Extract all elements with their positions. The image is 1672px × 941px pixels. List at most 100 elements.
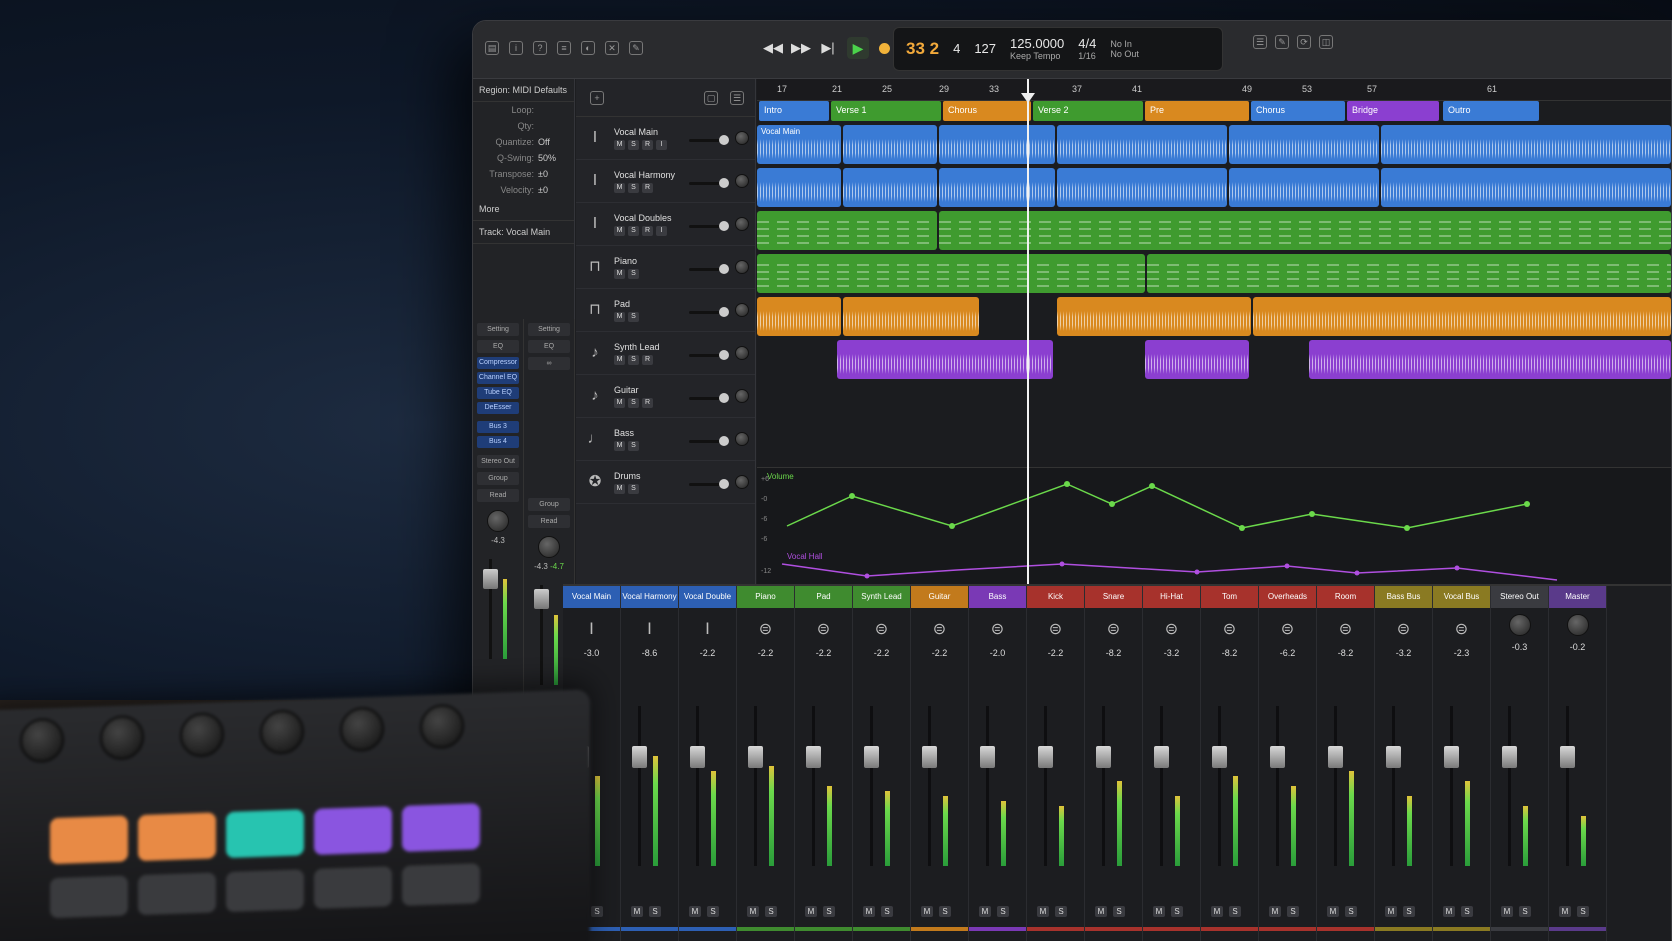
channel-fader[interactable]: [1037, 706, 1077, 866]
channel-fader[interactable]: [921, 706, 961, 866]
track-m-button[interactable]: M: [614, 225, 625, 236]
fader-cap[interactable]: [748, 746, 763, 768]
audio-region[interactable]: [757, 297, 841, 336]
lcd-display[interactable]: 33 2 4 127 125.0000 Keep Tempo 4/4 1/16 …: [893, 27, 1223, 71]
solo-button[interactable]: S: [939, 906, 951, 917]
add-track-icon[interactable]: +: [590, 91, 604, 105]
playhead[interactable]: [1027, 79, 1029, 584]
automation-node[interactable]: [864, 573, 870, 579]
drum-pad[interactable]: [402, 803, 480, 852]
track-volume-slider[interactable]: [689, 221, 729, 231]
marker-region[interactable]: Outro: [1443, 101, 1539, 121]
automation-node[interactable]: [1059, 561, 1065, 567]
track-pan-knob[interactable]: [735, 217, 749, 231]
automation-curves[interactable]: [757, 468, 1672, 584]
mute-button[interactable]: M: [747, 906, 759, 917]
channel-fader[interactable]: [1327, 706, 1367, 866]
channel-name[interactable]: Vocal Harmony: [621, 586, 678, 608]
track-header[interactable]: ♪ Synth Lead M S R: [576, 332, 755, 375]
track-volume-slider[interactable]: [689, 307, 729, 317]
channel-name[interactable]: Room: [1317, 586, 1374, 608]
track-header[interactable]: Ⅰ Vocal Main M S R I: [576, 117, 755, 160]
channel-name[interactable]: Bass: [969, 586, 1026, 608]
drum-pad[interactable]: [226, 869, 304, 913]
track-pan-knob[interactable]: [735, 475, 749, 489]
channel-fader[interactable]: [979, 706, 1019, 866]
controller-knob[interactable]: [340, 706, 384, 753]
list-editors-icon[interactable]: ☰: [1253, 35, 1267, 49]
volume-handle[interactable]: [719, 307, 729, 317]
fader-cap[interactable]: [922, 746, 937, 768]
channel-name[interactable]: Master: [1549, 586, 1606, 608]
channel-fader[interactable]: [863, 706, 903, 866]
inspector-row[interactable]: Q-Swing: 50%: [473, 150, 574, 166]
track-volume-slider[interactable]: [689, 479, 729, 489]
inspector-row[interactable]: Velocity: ±0: [473, 182, 574, 198]
inspector-row-value[interactable]: [538, 121, 568, 131]
mute-button[interactable]: M: [1211, 906, 1223, 917]
track-pan-knob[interactable]: [735, 346, 749, 360]
fader-cap[interactable]: [1386, 746, 1401, 768]
channel-fader[interactable]: [1269, 706, 1309, 866]
track-volume-slider[interactable]: [689, 135, 729, 145]
track-s-button[interactable]: S: [628, 225, 639, 236]
drum-pad[interactable]: [50, 875, 128, 919]
mute-button[interactable]: M: [921, 906, 933, 917]
plugin-slot[interactable]: Channel EQ: [477, 372, 519, 384]
volume-handle[interactable]: [719, 479, 729, 489]
solo-button[interactable]: S: [1171, 906, 1183, 917]
volume-handle[interactable]: [719, 393, 729, 403]
send-slot[interactable]: Bus 3: [477, 421, 519, 433]
help-icon[interactable]: ?: [533, 41, 547, 55]
controller-knob[interactable]: [260, 709, 304, 755]
audio-region[interactable]: [1381, 125, 1671, 164]
channel-name[interactable]: Vocal Double: [679, 586, 736, 608]
track-header[interactable]: ♩ Bass M S: [576, 418, 755, 461]
play-icon[interactable]: ▶: [847, 37, 869, 59]
list-icon[interactable]: ☰: [730, 91, 744, 105]
track-m-button[interactable]: M: [614, 311, 625, 322]
track-pan-knob[interactable]: [735, 389, 749, 403]
bar-ruler[interactable]: 17 21 25 29 33 37 41 49 53 57 61: [757, 79, 1671, 101]
audio-region[interactable]: [1057, 297, 1251, 336]
channel-icon[interactable]: ⊜: [1392, 618, 1416, 642]
mute-button[interactable]: M: [689, 906, 701, 917]
channel-fader[interactable]: [1385, 706, 1425, 866]
automation-node[interactable]: [1524, 501, 1530, 507]
channel-icon[interactable]: ⊜: [1450, 618, 1474, 642]
track-lane[interactable]: [757, 252, 1671, 295]
channel-icon[interactable]: ⊜: [928, 618, 952, 642]
drum-pad[interactable]: [50, 815, 128, 865]
inspector-row-value[interactable]: Off: [538, 137, 568, 147]
automation-node[interactable]: [1309, 511, 1315, 517]
midi-region[interactable]: [939, 211, 1671, 250]
track-m-button[interactable]: M: [614, 440, 625, 451]
smart-controls-icon[interactable]: ◐: [581, 41, 595, 55]
track-r-button[interactable]: R: [642, 182, 653, 193]
marker-region[interactable]: Intro: [759, 101, 829, 121]
track-pan-knob[interactable]: [735, 432, 749, 446]
mute-button[interactable]: M: [1269, 906, 1281, 917]
fader-cap[interactable]: [1444, 746, 1459, 768]
track-lane[interactable]: [757, 338, 1671, 381]
fader-cap[interactable]: [632, 746, 647, 768]
audio-region[interactable]: [843, 168, 937, 207]
audio-region[interactable]: [1057, 168, 1227, 207]
automation-node[interactable]: [1194, 569, 1200, 575]
solo-button[interactable]: S: [1113, 906, 1125, 917]
fader-cap[interactable]: [1328, 746, 1343, 768]
drum-pad[interactable]: [314, 806, 392, 855]
solo-button[interactable]: S: [1577, 906, 1589, 917]
track-header[interactable]: Ⅰ Vocal Doubles M S R I: [576, 203, 755, 246]
channel-name[interactable]: Bass Bus: [1375, 586, 1432, 608]
channel-fader[interactable]: [689, 706, 729, 866]
channel-fader[interactable]: [1211, 706, 1251, 866]
track-pan-knob[interactable]: [735, 174, 749, 188]
automation-node[interactable]: [1284, 563, 1290, 569]
channel-fader[interactable]: [1559, 706, 1599, 866]
track-m-button[interactable]: M: [614, 139, 625, 150]
fader-cap[interactable]: [1560, 746, 1575, 768]
audio-region[interactable]: [939, 125, 1055, 164]
track-s-button[interactable]: S: [628, 397, 639, 408]
plugin-slot[interactable]: Compressor: [477, 357, 519, 369]
